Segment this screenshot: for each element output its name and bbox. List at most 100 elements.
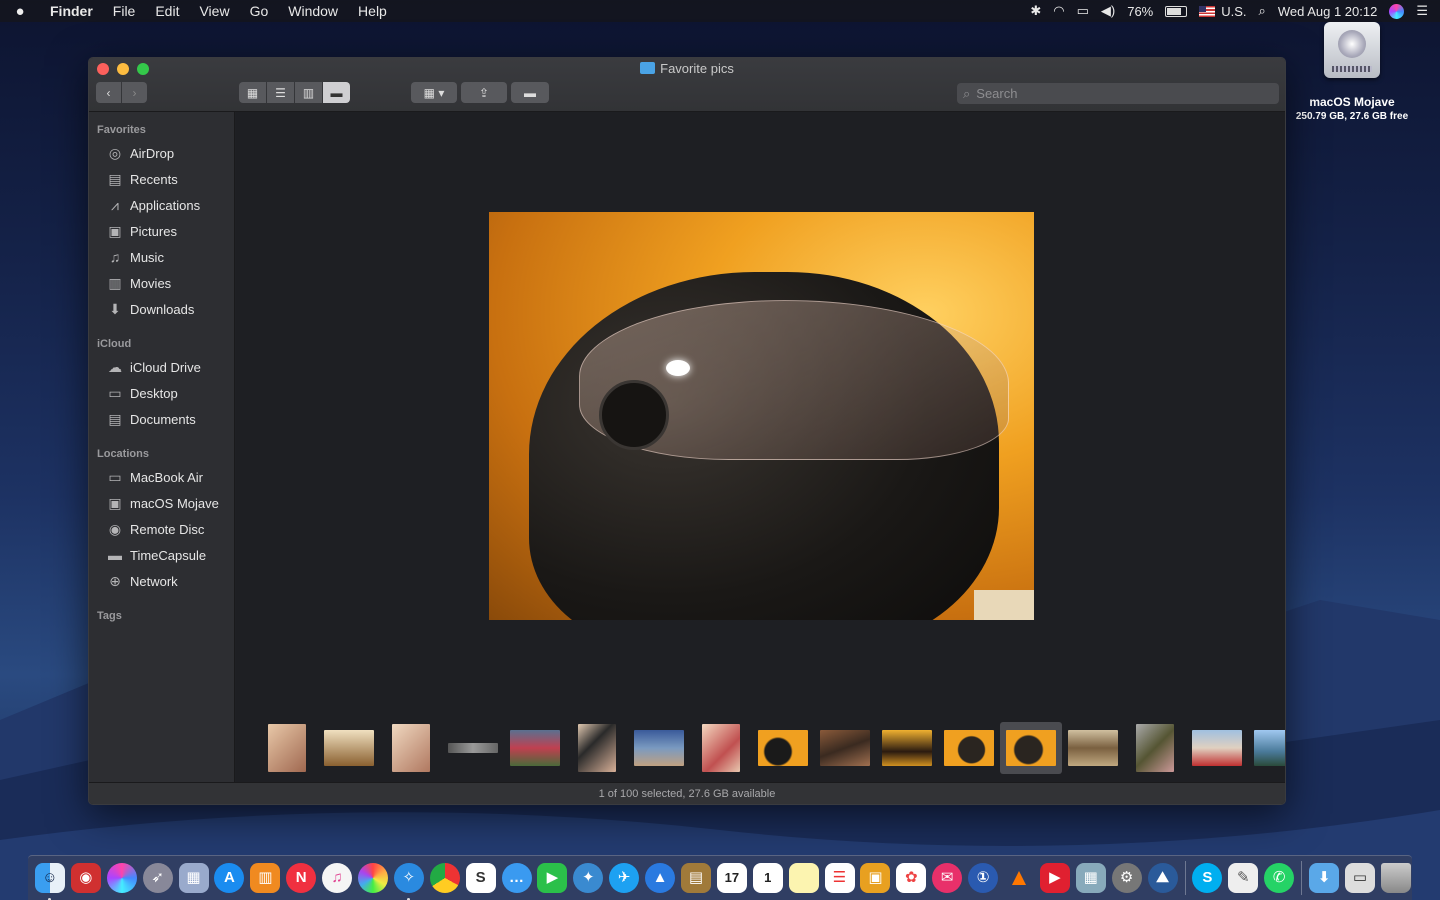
wifi-icon[interactable]: ◠: [1053, 3, 1064, 19]
notes-icon[interactable]: [786, 860, 822, 896]
tweetbot-icon[interactable]: ✦: [570, 860, 606, 896]
skype-icon[interactable]: S: [1190, 860, 1226, 896]
volume-icon[interactable]: ◀): [1101, 3, 1115, 19]
share-button[interactable]: ⇪: [470, 82, 498, 103]
tags-button[interactable]: ▬: [511, 82, 549, 103]
thumbnail[interactable]: [442, 722, 504, 774]
sidebar-item-recents[interactable]: ▤ Recents: [89, 166, 234, 192]
thumbnail[interactable]: [690, 722, 752, 774]
itunes-icon[interactable]: ♫: [319, 860, 355, 896]
input-source[interactable]: U.S.: [1221, 4, 1246, 19]
thumbnail[interactable]: [876, 722, 938, 774]
thumbnail[interactable]: [752, 722, 814, 774]
gallery-view-button[interactable]: ▬: [323, 82, 350, 103]
sidebar-item-macos-mojave[interactable]: ▣ macOS Mojave: [89, 490, 234, 516]
thumbnail[interactable]: [318, 722, 380, 774]
vlc-icon[interactable]: ▲: [1001, 860, 1037, 896]
keynote-icon[interactable]: ▣: [857, 860, 893, 896]
list-view-button[interactable]: ☰: [267, 82, 294, 103]
downloads-stack-icon[interactable]: ⬇: [1306, 860, 1342, 896]
search-field[interactable]: ⌕ Search: [957, 83, 1279, 104]
menu-go[interactable]: Go: [240, 3, 279, 19]
maps-icon[interactable]: ▲: [642, 860, 678, 896]
thumbnail[interactable]: [814, 722, 876, 774]
twitter-icon[interactable]: ✈: [606, 860, 642, 896]
pdf-icon[interactable]: ▶: [1037, 860, 1073, 896]
menu-help[interactable]: Help: [348, 3, 397, 19]
thumbnail[interactable]: [380, 722, 442, 774]
group-by-button[interactable]: ▦ ▾: [411, 82, 457, 103]
battery-percent[interactable]: 76%: [1127, 4, 1153, 19]
thumbnail[interactable]: [628, 722, 690, 774]
reminders-icon[interactable]: ☰: [822, 860, 858, 896]
thumbnail[interactable]: [938, 722, 1000, 774]
photos-icon[interactable]: [355, 860, 391, 896]
sidebar-item-macbook-air[interactable]: ▭ MacBook Air: [89, 464, 234, 490]
battery-icon[interactable]: [1165, 5, 1188, 17]
safari-icon[interactable]: ✧: [391, 860, 427, 900]
reminders-calendar-icon[interactable]: 1: [750, 860, 786, 896]
thumbnail[interactable]: [504, 722, 566, 774]
menu-edit[interactable]: Edit: [145, 3, 189, 19]
books-icon[interactable]: ▥: [247, 860, 283, 896]
photoscape-icon[interactable]: ✿: [893, 860, 929, 896]
bluetooth-icon[interactable]: ✱: [1030, 3, 1041, 19]
thumbnail[interactable]: [1124, 722, 1186, 774]
menu-app-name[interactable]: Finder: [40, 3, 103, 19]
messages-icon[interactable]: …: [499, 860, 535, 896]
chrome-icon[interactable]: [427, 860, 463, 896]
forward-button[interactable]: ›: [122, 82, 147, 103]
icon-view-button[interactable]: ▦: [239, 82, 266, 103]
spotlight-search-icon[interactable]: ⌕: [1259, 3, 1266, 19]
preview-icon[interactable]: ▦: [176, 860, 212, 896]
column-view-button[interactable]: ▥: [295, 82, 322, 103]
sidebar-item-movies[interactable]: ▥ Movies: [89, 270, 234, 296]
thumbnail[interactable]: [1248, 722, 1285, 774]
launchpad-icon[interactable]: ➶: [140, 860, 176, 896]
textedit-icon[interactable]: ✎: [1225, 860, 1261, 896]
airplay-icon[interactable]: ▭: [1077, 3, 1089, 19]
sidebar-item-music[interactable]: ♫ Music: [89, 244, 234, 270]
menu-file[interactable]: File: [103, 3, 146, 19]
app-store-icon[interactable]: A: [211, 860, 247, 896]
sidebar-item-timecapsule[interactable]: ▬ TimeCapsule: [89, 542, 234, 568]
menu-window[interactable]: Window: [278, 3, 348, 19]
desktop-disk-macos-mojave[interactable]: macOS Mojave 250.79 GB, 27.6 GB free: [1290, 22, 1414, 122]
facetime-icon[interactable]: ▶: [534, 860, 570, 896]
airmail-icon[interactable]: ✉: [929, 860, 965, 896]
whatsapp-icon[interactable]: ✆: [1261, 860, 1297, 896]
notefile-icon[interactable]: ▤: [678, 860, 714, 896]
thumbnail[interactable]: [256, 722, 318, 774]
trash-icon[interactable]: [1378, 860, 1414, 896]
calendar-icon[interactable]: 17: [714, 860, 750, 896]
sidebar-item-network[interactable]: ⊕ Network: [89, 568, 234, 594]
thumbnail-selected[interactable]: [1000, 722, 1062, 774]
sidebar-item-icloud-drive[interactable]: ☁ iCloud Drive: [89, 354, 234, 380]
slack-icon[interactable]: S: [463, 860, 499, 896]
clock[interactable]: Wed Aug 1 20:12: [1278, 4, 1378, 19]
nordvpn-icon[interactable]: ⛰: [1145, 860, 1181, 896]
news-icon[interactable]: N: [283, 860, 319, 896]
1password-icon[interactable]: ①: [965, 860, 1001, 896]
thumbnail[interactable]: [1062, 722, 1124, 774]
siri-icon[interactable]: [1389, 3, 1405, 19]
siri-icon[interactable]: [104, 860, 140, 896]
gallery-preview-image[interactable]: [489, 212, 1034, 620]
preview-doc-icon[interactable]: ▦: [1073, 860, 1109, 896]
sidebar-item-downloads[interactable]: ⬇ Downloads: [89, 296, 234, 322]
sidebar-item-remote-disc[interactable]: ◉ Remote Disc: [89, 516, 234, 542]
finder-icon[interactable]: ☺: [32, 860, 68, 900]
photo-booth-icon[interactable]: ◉: [68, 860, 104, 896]
sidebar-item-desktop[interactable]: ▭ Desktop: [89, 380, 234, 406]
system-preferences-icon[interactable]: ⚙: [1109, 860, 1145, 896]
sidebar-item-airdrop[interactable]: ◎ AirDrop: [89, 140, 234, 166]
back-button[interactable]: ‹: [96, 82, 121, 103]
menu-view[interactable]: View: [189, 3, 239, 19]
sidebar-item-documents[interactable]: ▤ Documents: [89, 406, 234, 432]
sidebar-item-pictures[interactable]: ▣ Pictures: [89, 218, 234, 244]
notification-center-icon[interactable]: ☰: [1416, 3, 1428, 19]
screenshots-stack-icon[interactable]: ▭: [1342, 860, 1378, 896]
thumbnail[interactable]: [566, 722, 628, 774]
sidebar-item-applications[interactable]: ⩘ Applications: [89, 192, 234, 218]
us-flag-icon[interactable]: [1199, 5, 1216, 17]
